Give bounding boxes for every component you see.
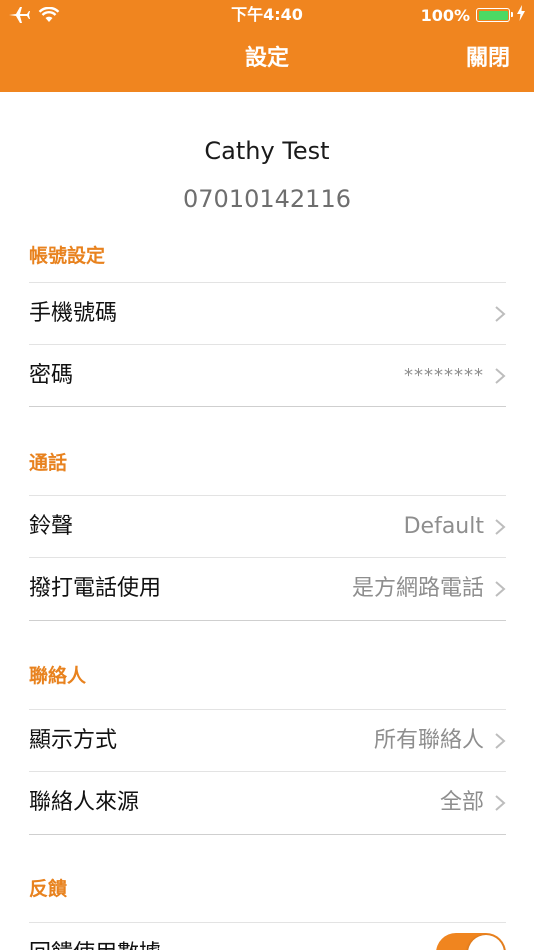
battery-percent: 100% xyxy=(420,5,470,25)
row-password[interactable]: 密碼 ******** xyxy=(29,344,506,406)
section-divider xyxy=(29,834,506,835)
section-title-contacts: 聯絡人 xyxy=(29,665,87,687)
row-label: 密碼 xyxy=(29,363,74,388)
row-label: 回饋使用數據 xyxy=(29,939,161,950)
nav-bar: 設定 關閉 xyxy=(0,30,534,92)
row-value: 所有聯絡人 xyxy=(373,728,484,753)
usage-feedback-toggle[interactable] xyxy=(436,933,506,950)
chevron-right-icon xyxy=(495,368,506,384)
row-label: 手機號碼 xyxy=(29,301,118,326)
row-call-using[interactable]: 撥打電話使用 是方網路電話 xyxy=(29,557,506,619)
profile-name: Cathy Test xyxy=(204,137,330,165)
charging-bolt-icon xyxy=(516,5,526,25)
battery-icon xyxy=(476,8,513,22)
chevron-right-icon xyxy=(495,306,506,322)
row-value: Default xyxy=(403,514,484,539)
chevron-right-icon xyxy=(495,581,506,597)
toggle-knob xyxy=(468,935,504,950)
row-ringtone[interactable]: 鈴聲 Default xyxy=(29,495,506,557)
row-contact-source[interactable]: 聯絡人來源 全部 xyxy=(29,771,506,833)
row-label: 聯絡人來源 xyxy=(29,790,140,815)
battery-fill xyxy=(478,10,508,20)
row-display-mode[interactable]: 顯示方式 所有聯絡人 xyxy=(29,709,506,771)
battery-cap xyxy=(511,12,513,17)
section-divider xyxy=(29,620,506,621)
status-bar: 下午4:40 100% xyxy=(0,0,534,30)
close-button[interactable]: 關閉 xyxy=(466,44,510,74)
section-divider xyxy=(29,406,506,407)
row-value: 是方網路電話 xyxy=(351,576,484,601)
section-title-calls: 通話 xyxy=(29,452,68,474)
settings-screen: 下午4:40 100% 設定 關閉 Cathy Test 07010142116 xyxy=(0,0,534,950)
row-usage-feedback[interactable]: 回饋使用數據 xyxy=(29,922,506,950)
row-label: 顯示方式 xyxy=(29,728,118,753)
row-label: 撥打電話使用 xyxy=(29,576,162,601)
chevron-right-icon xyxy=(495,795,506,811)
row-label: 鈴聲 xyxy=(29,514,74,539)
row-value: 全部 xyxy=(439,790,484,815)
status-right: 100% xyxy=(421,4,526,26)
row-value: ******** xyxy=(404,365,484,386)
profile-phone: 07010142116 xyxy=(183,185,351,213)
page-title: 設定 xyxy=(244,46,289,71)
section-title-feedback: 反饋 xyxy=(29,878,68,900)
section-title-account: 帳號設定 xyxy=(29,245,106,267)
row-phone-number[interactable]: 手機號碼 xyxy=(29,282,506,344)
chevron-right-icon xyxy=(495,733,506,749)
header: 下午4:40 100% 設定 關閉 xyxy=(0,0,534,92)
chevron-right-icon xyxy=(495,519,506,535)
